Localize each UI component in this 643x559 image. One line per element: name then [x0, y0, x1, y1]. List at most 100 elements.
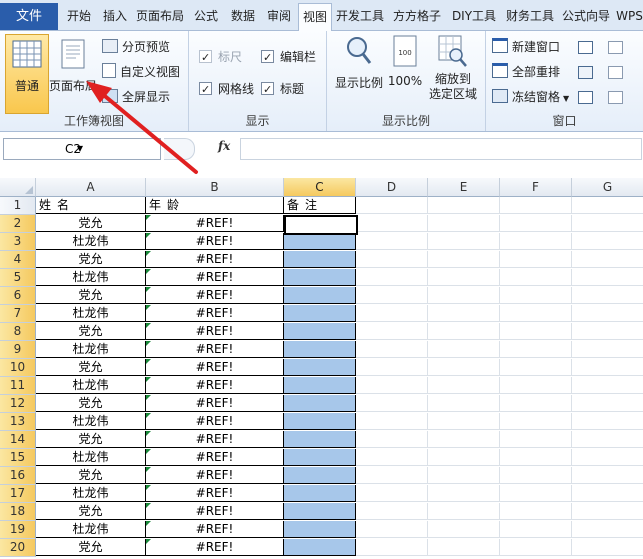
cell-b16[interactable]: #REF! [146, 467, 284, 484]
cell-b20[interactable]: #REF! [146, 539, 284, 556]
cell-d16[interactable] [356, 467, 428, 484]
cell-g16[interactable] [572, 467, 643, 484]
cell-c20[interactable] [284, 539, 356, 556]
side-by-side-icon[interactable] [608, 41, 623, 54]
row-header[interactable]: 9 [0, 341, 36, 359]
column-header-a[interactable]: A [36, 178, 146, 197]
tab-file[interactable]: 文件 [0, 3, 58, 30]
cell-g11[interactable] [572, 377, 643, 394]
tab-formulas[interactable]: 公式 [189, 3, 223, 29]
reset-position-icon[interactable] [608, 91, 623, 104]
tab-finance-tools[interactable]: 财务工具 [504, 3, 556, 29]
cell-c5[interactable] [284, 269, 356, 286]
cell-a2[interactable]: 党允 [36, 215, 146, 232]
column-header-e[interactable]: E [428, 178, 500, 197]
cell-a12[interactable]: 党允 [36, 395, 146, 412]
row-header[interactable]: 15 [0, 449, 36, 467]
cell-d10[interactable] [356, 359, 428, 376]
cell-b5[interactable]: #REF! [146, 269, 284, 286]
cell-f7[interactable] [500, 305, 572, 322]
cell-g9[interactable] [572, 341, 643, 358]
row-header[interactable]: 3 [0, 233, 36, 251]
cell-e6[interactable] [428, 287, 500, 304]
page-layout-view-button[interactable]: 页面布局 [49, 35, 97, 113]
cell-f18[interactable] [500, 503, 572, 520]
tab-fangfanggezi[interactable]: 方方格子 [390, 3, 444, 29]
cell-a17[interactable]: 杜龙伟 [36, 485, 146, 502]
cell-e1[interactable] [428, 197, 500, 214]
cell-d18[interactable] [356, 503, 428, 520]
row-header[interactable]: 1 [0, 197, 36, 215]
row-header[interactable]: 11 [0, 377, 36, 395]
cell-e19[interactable] [428, 521, 500, 538]
cell-a7[interactable]: 杜龙伟 [36, 305, 146, 322]
cell-d12[interactable] [356, 395, 428, 412]
tab-view[interactable]: 视图 [298, 3, 332, 31]
cell-b1[interactable]: 年龄 [146, 197, 284, 214]
arrange-all-button[interactable]: 全部重排 [492, 62, 560, 82]
formula-input[interactable] [240, 138, 642, 160]
cell-e16[interactable] [428, 467, 500, 484]
cell-f20[interactable] [500, 539, 572, 556]
cell-b8[interactable]: #REF! [146, 323, 284, 340]
cell-g20[interactable] [572, 539, 643, 556]
cell-c1[interactable]: 备注 [284, 197, 356, 214]
cell-c10[interactable] [284, 359, 356, 376]
cell-a1[interactable]: 姓名 [36, 197, 146, 214]
row-header[interactable]: 13 [0, 413, 36, 431]
row-header[interactable]: 12 [0, 395, 36, 413]
cell-f14[interactable] [500, 431, 572, 448]
cell-e18[interactable] [428, 503, 500, 520]
cell-e3[interactable] [428, 233, 500, 250]
cell-a20[interactable]: 党允 [36, 539, 146, 556]
cell-c18[interactable] [284, 503, 356, 520]
fx-icon[interactable]: fx [218, 139, 230, 153]
cell-a18[interactable]: 党允 [36, 503, 146, 520]
cell-f15[interactable] [500, 449, 572, 466]
cell-g6[interactable] [572, 287, 643, 304]
cell-e12[interactable] [428, 395, 500, 412]
normal-view-button[interactable]: 普通 [5, 34, 49, 114]
column-header-g[interactable]: G [572, 178, 643, 197]
cell-a11[interactable]: 杜龙伟 [36, 377, 146, 394]
tab-developer[interactable]: 开发工具 [334, 3, 386, 29]
cell-a13[interactable]: 杜龙伟 [36, 413, 146, 430]
headings-checkbox[interactable]: 标题 [261, 79, 304, 100]
tab-home[interactable]: 开始 [62, 3, 96, 29]
tab-review[interactable]: 审阅 [262, 3, 296, 29]
row-header[interactable]: 14 [0, 431, 36, 449]
cell-g3[interactable] [572, 233, 643, 250]
cell-e13[interactable] [428, 413, 500, 430]
custom-views-button[interactable]: 自定义视图 [102, 62, 180, 82]
cell-f19[interactable] [500, 521, 572, 538]
cell-e2[interactable] [428, 215, 500, 232]
cell-g1[interactable] [572, 197, 643, 214]
cell-e4[interactable] [428, 251, 500, 268]
cell-g2[interactable] [572, 215, 643, 232]
cell-a6[interactable]: 党允 [36, 287, 146, 304]
row-header[interactable]: 18 [0, 503, 36, 521]
cell-e5[interactable] [428, 269, 500, 286]
cell-e11[interactable] [428, 377, 500, 394]
ruler-checkbox[interactable]: 标尺 [199, 47, 242, 68]
cell-b6[interactable]: #REF! [146, 287, 284, 304]
tab-formula-wizard[interactable]: 公式向导 [560, 3, 612, 29]
cell-c16[interactable] [284, 467, 356, 484]
new-window-button[interactable]: 新建窗口 [492, 37, 560, 57]
name-box[interactable]: C2 ▼ [3, 138, 161, 160]
cell-c14[interactable] [284, 431, 356, 448]
cell-d14[interactable] [356, 431, 428, 448]
column-header-f[interactable]: F [500, 178, 572, 197]
cell-d6[interactable] [356, 287, 428, 304]
cell-c11[interactable] [284, 377, 356, 394]
cell-g12[interactable] [572, 395, 643, 412]
cell-f13[interactable] [500, 413, 572, 430]
cell-f3[interactable] [500, 233, 572, 250]
row-header[interactable]: 10 [0, 359, 36, 377]
row-header[interactable]: 4 [0, 251, 36, 269]
row-header[interactable]: 16 [0, 467, 36, 485]
cell-a5[interactable]: 杜龙伟 [36, 269, 146, 286]
split-icon[interactable] [578, 41, 593, 54]
cell-d17[interactable] [356, 485, 428, 502]
cell-g7[interactable] [572, 305, 643, 322]
